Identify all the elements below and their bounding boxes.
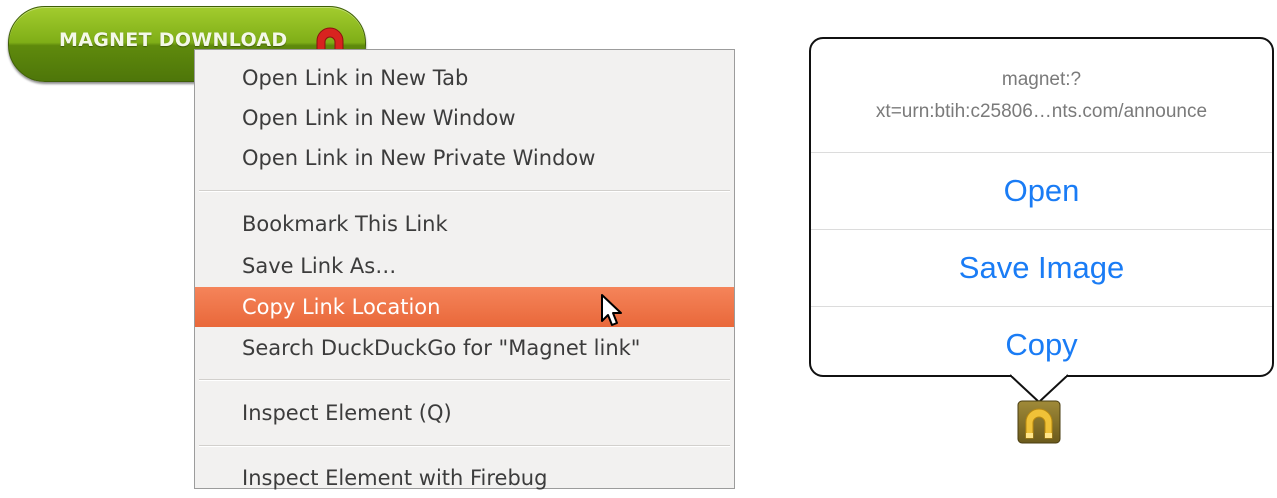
url-line-1: magnet:?: [1001, 69, 1082, 90]
menu-separator: [199, 190, 730, 192]
menu-item-open-new-tab[interactable]: Open Link in New Tab: [195, 58, 734, 98]
arrow-cursor-icon: [601, 294, 622, 326]
menu-item-inspect-element[interactable]: Inspect Element (Q): [195, 393, 734, 433]
menu-item-save-link-as[interactable]: Save Link As…: [195, 246, 734, 286]
ios-action-popover: magnet:? xt=urn:btih:c25806…nts.com/anno…: [809, 37, 1274, 377]
menu-item-copy-link-location[interactable]: Copy Link Location: [195, 287, 734, 327]
menu-item-inspect-firebug[interactable]: Inspect Element with Firebug: [195, 458, 734, 498]
copy-action-button[interactable]: Copy: [811, 307, 1272, 383]
open-action-button[interactable]: Open: [811, 153, 1272, 229]
menu-item-search-duckduckgo[interactable]: Search DuckDuckGo for "Magnet link": [195, 328, 734, 368]
magnet-app-icon[interactable]: [1017, 400, 1061, 444]
menu-separator: [199, 445, 730, 447]
menu-item-open-private-window[interactable]: Open Link in New Private Window: [195, 138, 734, 178]
magnet-download-label: MAGNET DOWNLOAD: [59, 29, 288, 51]
menu-item-open-new-window[interactable]: Open Link in New Window: [195, 98, 734, 138]
menu-item-bookmark-link[interactable]: Bookmark This Link: [195, 204, 734, 244]
menu-separator: [199, 379, 730, 381]
save-image-action-button[interactable]: Save Image: [811, 230, 1272, 306]
url-line-2: xt=urn:btih:c25806…nts.com/announce: [875, 101, 1208, 122]
link-context-menu: Open Link in New Tab Open Link in New Wi…: [194, 49, 735, 490]
